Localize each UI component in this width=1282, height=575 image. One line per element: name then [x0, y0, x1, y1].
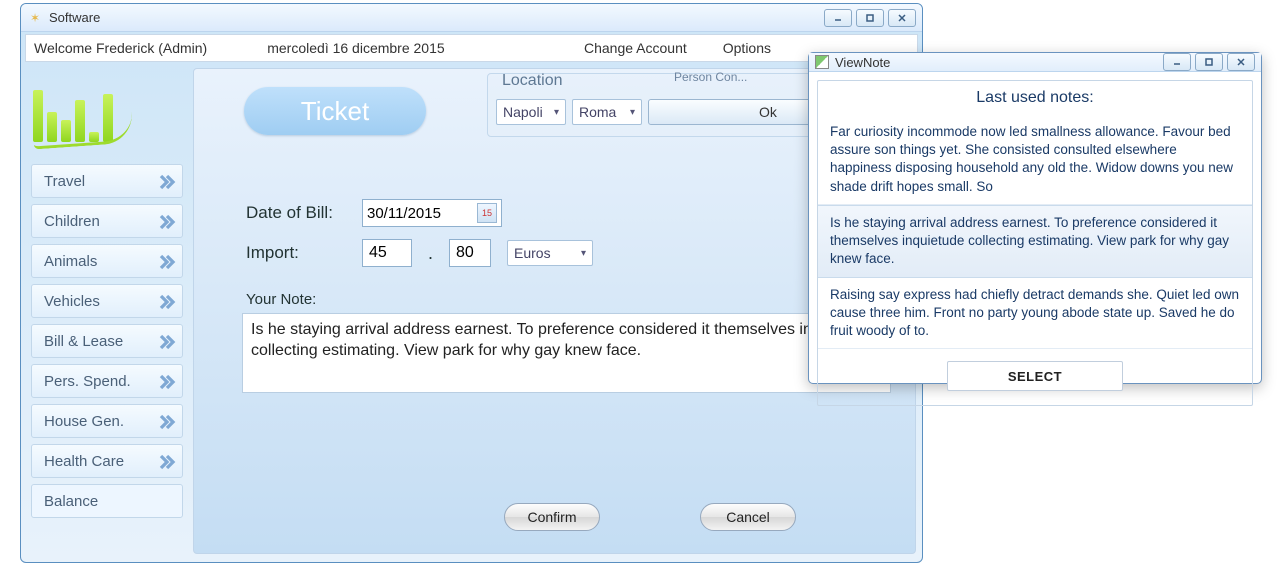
- current-date: mercoledì 16 dicembre 2015: [267, 40, 444, 56]
- confirm-button[interactable]: Confirm: [504, 503, 600, 531]
- chevron-down-icon: ▾: [630, 107, 635, 118]
- welcome-text: Welcome Frederick (Admin): [34, 40, 207, 56]
- dialog-minimize-button[interactable]: [1163, 53, 1191, 71]
- person-label: Person Con...: [674, 70, 747, 84]
- import-decimal-input[interactable]: [449, 239, 491, 267]
- import-integer-input[interactable]: [362, 239, 412, 267]
- sidebar-item-label: Travel: [44, 173, 85, 190]
- sidebar-item-label: Animals: [44, 253, 97, 270]
- chevron-right-icon: [158, 173, 176, 189]
- ticket-heading: Ticket: [244, 87, 426, 135]
- date-input[interactable]: 30/11/2015 15: [362, 199, 502, 227]
- date-label: Date of Bill:: [246, 203, 346, 223]
- calendar-icon[interactable]: 15: [477, 203, 497, 223]
- sidebar-item-label: Pers. Spend.: [44, 373, 131, 390]
- chevron-right-icon: [158, 253, 176, 269]
- sidebar-item-label: Bill & Lease: [44, 333, 123, 350]
- dialog-title: ViewNote: [835, 55, 890, 70]
- menu-options[interactable]: Options: [705, 40, 789, 56]
- sidebar-item-health-care[interactable]: Health Care: [31, 444, 183, 478]
- note-item[interactable]: Raising say express had chiefly detract …: [818, 278, 1252, 350]
- sidebar-item-bill-lease[interactable]: Bill & Lease: [31, 324, 183, 358]
- sidebar-item-pers-spend[interactable]: Pers. Spend.: [31, 364, 183, 398]
- sidebar-item-label: Balance: [44, 493, 98, 510]
- cancel-button[interactable]: Cancel: [700, 503, 796, 531]
- date-value: 30/11/2015: [367, 205, 441, 222]
- combo-value: Napoli: [503, 104, 543, 120]
- notes-header: Last used notes:: [818, 81, 1252, 115]
- logo-icon: [31, 74, 151, 150]
- sidebar-item-animals[interactable]: Animals: [31, 244, 183, 278]
- chevron-right-icon: [158, 333, 176, 349]
- note-label: Your Note:: [246, 291, 316, 308]
- chevron-right-icon: [158, 453, 176, 469]
- sidebar-item-label: Vehicles: [44, 293, 100, 310]
- location-label: Location: [498, 72, 567, 90]
- note-item[interactable]: Is he staying arrival address earnest. T…: [818, 205, 1252, 278]
- dialog-titlebar: ViewNote: [809, 53, 1261, 72]
- import-label: Import:: [246, 243, 346, 263]
- menu-change-account[interactable]: Change Account: [566, 40, 705, 56]
- chevron-down-icon: ▾: [554, 107, 559, 118]
- sidebar-item-travel[interactable]: Travel: [31, 164, 183, 198]
- close-button[interactable]: [888, 9, 916, 27]
- chevron-right-icon: [158, 373, 176, 389]
- maximize-button[interactable]: [856, 9, 884, 27]
- dialog-maximize-button[interactable]: [1195, 53, 1223, 71]
- app-icon: ✶: [27, 10, 43, 26]
- chevron-right-icon: [158, 293, 176, 309]
- note-item[interactable]: Far curiosity incommode now led smallnes…: [818, 115, 1252, 205]
- select-button[interactable]: SELECT: [947, 361, 1123, 391]
- decimal-separator: .: [428, 243, 433, 264]
- sidebar-item-balance[interactable]: Balance: [31, 484, 183, 518]
- chevron-down-icon: ▾: [581, 248, 586, 259]
- minimize-button[interactable]: [824, 9, 852, 27]
- chevron-right-icon: [158, 413, 176, 429]
- sidebar-item-house-gen[interactable]: House Gen.: [31, 404, 183, 438]
- sidebar-item-label: Children: [44, 213, 100, 230]
- location-from-combo[interactable]: Napoli ▾: [496, 99, 566, 125]
- sidebar-item-children[interactable]: Children: [31, 204, 183, 238]
- main-titlebar: ✶ Software: [21, 4, 922, 32]
- app-title: Software: [49, 10, 100, 25]
- chevron-right-icon: [158, 213, 176, 229]
- dialog-close-button[interactable]: [1227, 53, 1255, 71]
- dialog-icon: [815, 55, 829, 69]
- menubar: Welcome Frederick (Admin) mercoledì 16 d…: [25, 34, 918, 62]
- viewnote-dialog: ViewNote Last used notes: Far curiosity …: [808, 52, 1262, 384]
- combo-value: Roma: [579, 104, 616, 120]
- combo-value: Euros: [514, 245, 551, 261]
- sidebar-item-vehicles[interactable]: Vehicles: [31, 284, 183, 318]
- main-window: ✶ Software Welcome Frederick (Admin) mer…: [20, 3, 923, 563]
- location-to-combo[interactable]: Roma ▾: [572, 99, 642, 125]
- notes-list: Last used notes: Far curiosity incommode…: [817, 80, 1253, 406]
- sidebar-item-label: Health Care: [44, 453, 124, 470]
- sidebar-item-label: House Gen.: [44, 413, 124, 430]
- note-textarea[interactable]: Is he staying arrival address earnest. T…: [242, 313, 891, 393]
- sidebar: Travel Children Animals Vehicles Bill & …: [27, 68, 187, 554]
- currency-combo[interactable]: Euros ▾: [507, 240, 593, 266]
